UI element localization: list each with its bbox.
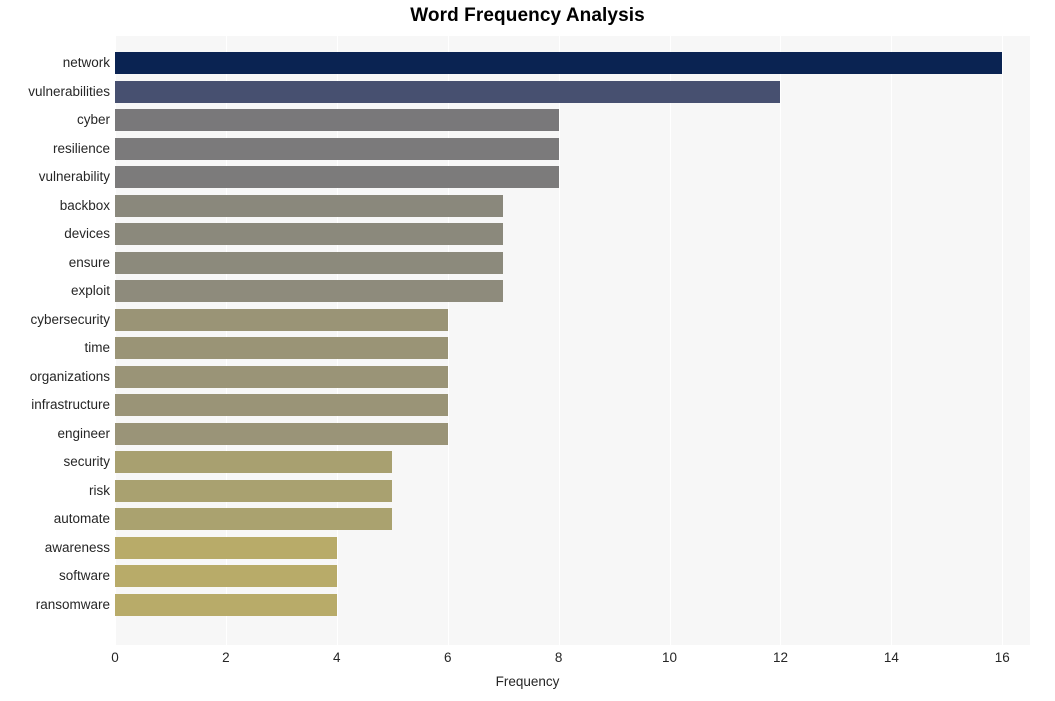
y-axis-tick-label: vulnerabilities bbox=[28, 83, 110, 99]
y-axis-tick-label: exploit bbox=[70, 283, 110, 299]
y-axis-tick-label: network bbox=[62, 55, 110, 71]
y-axis-tick-label: ransomware bbox=[35, 596, 110, 612]
bar bbox=[115, 565, 337, 588]
bar bbox=[115, 137, 559, 160]
bar bbox=[115, 593, 337, 616]
chart-title: Word Frequency Analysis bbox=[410, 5, 645, 26]
x-axis-tick-label: 6 bbox=[443, 650, 452, 665]
x-axis-tick-label: 14 bbox=[883, 650, 899, 665]
bar bbox=[115, 194, 504, 217]
bar bbox=[115, 365, 448, 388]
bar-series bbox=[115, 36, 1030, 645]
x-axis-tick-label: 10 bbox=[662, 650, 678, 665]
y-axis-tick-label: cyber bbox=[76, 112, 110, 128]
bar bbox=[115, 166, 559, 189]
x-axis-tick-label: 16 bbox=[994, 650, 1010, 665]
y-axis-tick-label: vulnerability bbox=[38, 169, 110, 185]
bar bbox=[115, 451, 393, 474]
y-axis-tick-label: ensure bbox=[68, 254, 110, 270]
y-axis-tick-label: engineer bbox=[57, 425, 110, 441]
y-axis-tick-label: infrastructure bbox=[31, 397, 110, 413]
x-axis-tick-label: 12 bbox=[772, 650, 788, 665]
y-axis-tick-labels: network vulnerabilities cyber resilience vul… bbox=[0, 36, 110, 645]
y-axis-tick-label: security bbox=[63, 454, 110, 470]
bar bbox=[115, 223, 504, 246]
y-axis-tick-label: resilience bbox=[52, 140, 110, 156]
x-axis-tick-label: 0 bbox=[111, 650, 119, 665]
bar bbox=[115, 280, 504, 303]
bar bbox=[115, 479, 393, 502]
y-axis-tick-label: backbox bbox=[59, 197, 110, 213]
x-axis-title: Frequency bbox=[495, 674, 560, 689]
y-axis-tick-label: software bbox=[58, 568, 110, 584]
bar bbox=[115, 80, 781, 103]
bar bbox=[115, 109, 559, 132]
plot-area bbox=[115, 36, 1030, 645]
bar bbox=[115, 422, 448, 445]
bar bbox=[115, 394, 448, 417]
bar bbox=[115, 508, 393, 531]
x-axis-tick-label: 2 bbox=[222, 650, 230, 665]
bar bbox=[115, 308, 448, 331]
y-axis-tick-label: awareness bbox=[44, 539, 110, 555]
y-axis-tick-label: automate bbox=[53, 511, 110, 527]
x-axis-tick-label: 8 bbox=[554, 650, 563, 665]
y-axis-tick-label: devices bbox=[64, 226, 110, 242]
word-frequency-chart: Word Frequency Analysis network vulnerabi… bbox=[0, 0, 1055, 701]
bar bbox=[115, 52, 1003, 75]
x-axis-tick-labels: 0 2 4 6 8 10 12 14 16 bbox=[0, 650, 1055, 672]
bar bbox=[115, 251, 504, 274]
y-axis-tick-label: organizations bbox=[29, 368, 110, 384]
bar bbox=[115, 337, 448, 360]
x-axis-tick-label: 4 bbox=[333, 650, 341, 665]
bar bbox=[115, 536, 337, 559]
y-axis-tick-label: risk bbox=[89, 482, 110, 498]
y-axis-tick-label: time bbox=[84, 340, 110, 356]
y-axis-tick-label: cybersecurity bbox=[30, 311, 110, 327]
